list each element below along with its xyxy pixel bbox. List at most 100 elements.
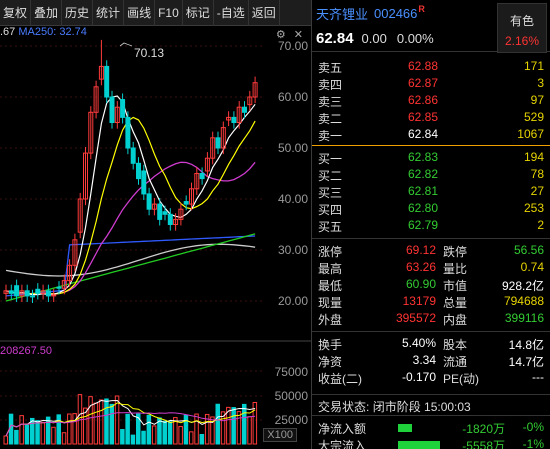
ma-legend-left: .67: [0, 26, 16, 38]
price-tick: 40.00: [277, 192, 308, 206]
volume-tick: 50000: [274, 389, 308, 403]
orderbook-divider: [312, 145, 550, 146]
volume-bar: [14, 429, 19, 445]
toolbar-button-f10[interactable]: F10: [155, 0, 183, 26]
volume-tick: 25000: [274, 413, 308, 427]
volume-bar: [120, 429, 125, 445]
toolbar-button-adjust[interactable]: 复权: [0, 0, 32, 26]
volume-bar: [141, 430, 146, 445]
ask-row: 卖四 62.87 3: [318, 76, 544, 92]
ma250-line: [5, 243, 256, 277]
close-icon[interactable]: ✕: [294, 29, 303, 41]
candle-body: [35, 288, 41, 294]
ma250-value: 32.74: [59, 26, 87, 38]
volume-bar: [178, 425, 183, 445]
price-change-pct: 0.00%: [396, 31, 434, 46]
toolbar-button-mark[interactable]: 标记: [183, 0, 214, 26]
volume-legend: 208267.50: [0, 345, 52, 357]
section-divider: [312, 415, 550, 416]
bid-row: 买二 62.82 78: [318, 167, 544, 183]
toolbar-button-draw[interactable]: 画线: [124, 0, 156, 26]
candle-body: [157, 203, 163, 220]
volume-bar: [35, 420, 40, 445]
volume-bar: [24, 424, 30, 445]
margin-badge: R: [418, 4, 425, 14]
ma250-label: MA250:: [18, 26, 57, 38]
candle-body: [146, 193, 152, 210]
sector-box[interactable]: 有色 2.16%: [497, 3, 547, 53]
candle-body: [14, 285, 20, 297]
volume-bar: [109, 403, 114, 445]
candle-body: [242, 106, 247, 113]
volume-bar: [146, 414, 152, 445]
volume-unit-button[interactable]: X100: [263, 428, 297, 442]
price-tick: 60.00: [277, 90, 308, 104]
volume-bar: [72, 413, 77, 445]
volume-bar: [231, 407, 236, 445]
volume-tick: 75000: [274, 365, 308, 379]
candle-body: [56, 286, 62, 289]
stat-row: 涨停 69.12 跌停 56.56: [318, 243, 544, 259]
stock-name[interactable]: 天齐锂业: [316, 4, 368, 23]
candle-body: [231, 116, 237, 124]
volume-bar: [3, 435, 8, 445]
stat-row: 最高 63.26 量比 0.74: [318, 260, 544, 276]
peak-label: 70.13: [134, 46, 164, 60]
stat-row: 外盘 395572 内盘 399116: [318, 311, 544, 327]
toolbar-button-stats[interactable]: 统计: [93, 0, 125, 26]
price-tick: 50.00: [277, 141, 308, 155]
trading-status: 交易状态: 闭市阶段 15:00:03: [312, 398, 550, 415]
volume-bar: [183, 414, 189, 445]
volume-bar: [151, 425, 157, 445]
kline-chart[interactable]: 70.13: [0, 26, 311, 449]
candle-body: [136, 162, 141, 180]
quote-panel: 天齐锂业 002466 R 有色 2.16% 62.84 0.00 0.00% …: [311, 0, 550, 449]
price-tick: 30.00: [277, 243, 308, 257]
stat-row: 换手 5.40% 股本 14.8亿: [318, 336, 544, 352]
volume-bar: [125, 413, 130, 445]
price-axis: 70.00 60.00 50.00 40.00 30.00 20.00: [267, 26, 311, 326]
volume-bar: [199, 434, 205, 445]
volume-bar: [61, 432, 67, 445]
volume-bar: [67, 413, 72, 445]
flow-row: 净流入额 -1820万 -0%: [318, 420, 544, 436]
bid-row: 买一 62.83 194: [318, 150, 544, 166]
candle-body: [215, 137, 221, 149]
flow-bar: [398, 424, 412, 432]
candle-body: [30, 295, 35, 298]
toolbar-button-remove-watchlist[interactable]: -自选: [214, 0, 249, 26]
ma-legend: .67 MA250: 32.74: [0, 26, 87, 38]
toolbar-button-history[interactable]: 历史: [62, 0, 94, 26]
volume-bar: [167, 421, 173, 445]
bid-row: 买四 62.80 253: [318, 201, 544, 217]
candle-body: [130, 147, 136, 164]
trading-status-label: 交易状态:: [318, 400, 370, 414]
volume-bar: [104, 398, 109, 445]
candle-body: [199, 173, 205, 180]
flow-bar: [398, 441, 440, 449]
kline-chart-area[interactable]: 70.13 .67 MA250: 32.74 70.00 60.00 50.00…: [0, 26, 311, 449]
volume-bar: [40, 421, 46, 445]
toolbar-button-back[interactable]: 返回: [249, 0, 280, 26]
toolbar-button-overlay[interactable]: 叠加: [31, 0, 63, 26]
chart-toolbar: 复权 叠加 历史 统计 画线 F10 标记 -自选 返回: [0, 0, 311, 26]
bid-row: 买三 62.81 27: [318, 184, 544, 200]
candle-body: [104, 65, 110, 98]
ask-row: 卖一 62.84 1067: [318, 127, 544, 143]
section-divider: [312, 331, 550, 332]
stat-row: 最低 60.90 市值 928.2亿: [318, 277, 544, 293]
flow-row: 大宗流入 -5558万 -1%: [318, 437, 544, 449]
volume-bar: [98, 399, 104, 445]
price-tick: 70.00: [277, 39, 308, 53]
sector-name: 有色: [509, 14, 534, 28]
volume-bar: [51, 426, 56, 445]
stat-row: 净资 3.34 流通 14.7亿: [318, 353, 544, 369]
chart-corner-icons: ⚙ ✕: [276, 28, 303, 41]
settings-gear-icon[interactable]: ⚙: [276, 29, 286, 41]
section-divider: [312, 238, 550, 239]
volume-bar: [162, 420, 167, 445]
ask-row: 卖五 62.88 171: [318, 59, 544, 75]
candle-body: [162, 211, 168, 215]
trading-status-value: 闭市阶段 15:00:03: [372, 400, 471, 414]
volume-bar: [130, 434, 136, 445]
